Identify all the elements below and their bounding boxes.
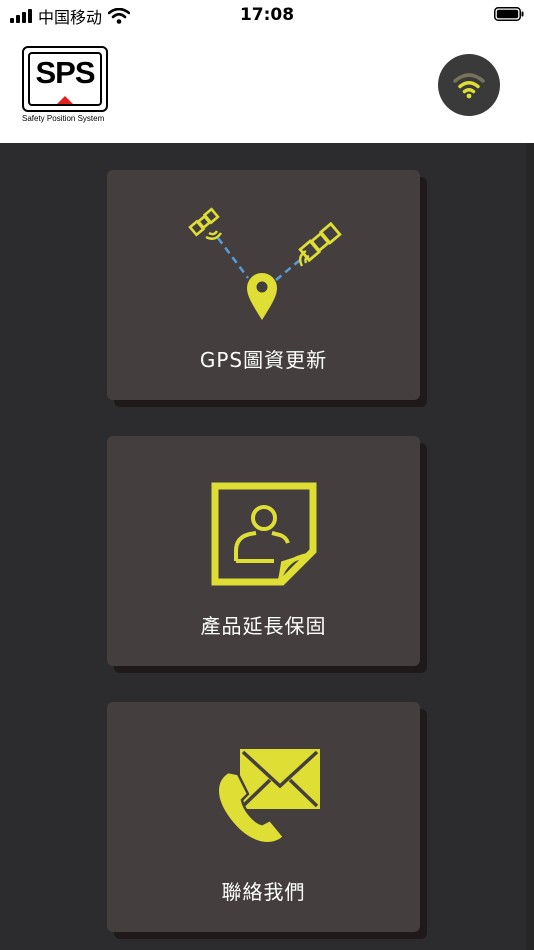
logo-triangle-icon (57, 96, 73, 104)
satellite-location-icon (188, 207, 342, 320)
contact-card[interactable]: 聯絡我們 (107, 702, 420, 932)
scroll-track (526, 143, 534, 950)
warranty-card[interactable]: 產品延長保固 (107, 436, 420, 666)
gps-update-card[interactable]: GPS圖資更新 (107, 170, 420, 400)
wifi-icon (453, 73, 485, 99)
user-document-icon (211, 482, 317, 586)
sps-logo: SPS Safety Position System (22, 46, 110, 130)
warranty-label: 產品延長保固 (200, 614, 327, 638)
contact-label: 聯絡我們 (221, 880, 306, 904)
logo-frame: SPS (22, 46, 108, 112)
app-header: SPS Safety Position System (0, 30, 534, 143)
logo-inner: SPS (28, 52, 102, 106)
wifi-button[interactable] (438, 54, 500, 116)
mail-phone-icon (216, 749, 320, 845)
status-time: 17:08 (239, 5, 295, 25)
status-bar: 中国移动 17:08 (0, 0, 534, 30)
battery-icon (494, 7, 524, 21)
logo-subtitle: Safety Position System (22, 114, 105, 123)
gps-update-label: GPS圖資更新 (199, 348, 328, 372)
